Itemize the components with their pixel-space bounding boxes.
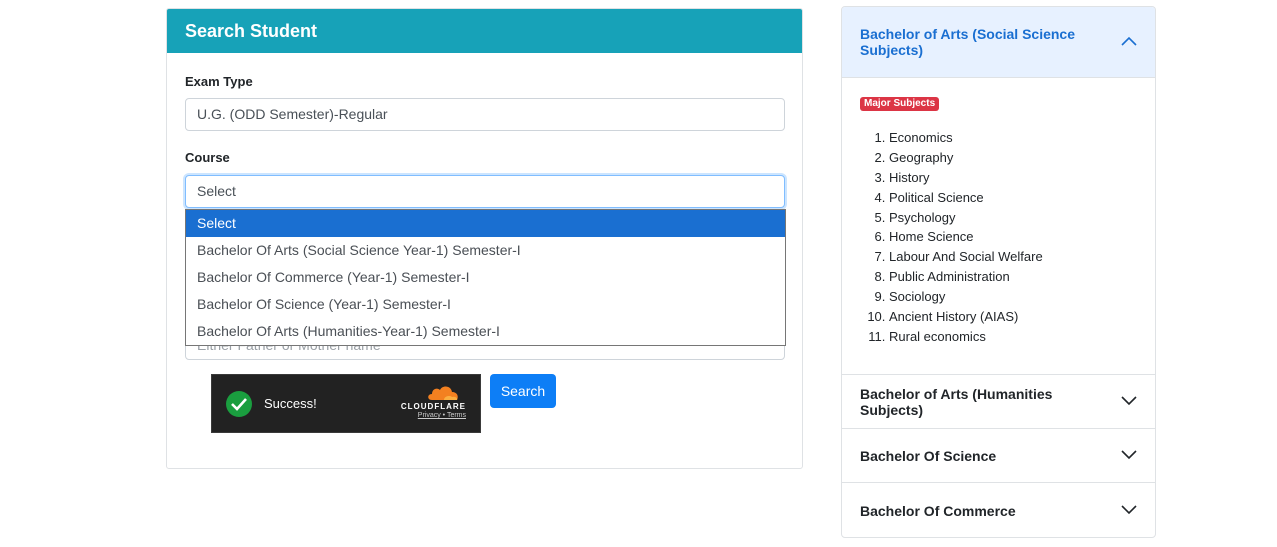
search-button[interactable]: Search [490,374,556,408]
exam-type-select[interactable]: U.G. (ODD Semester)-Regular [185,98,785,131]
list-item: Geography [889,148,1043,168]
courses-accordion: Bachelor of Arts (Social Science Subject… [841,6,1156,538]
chevron-down-icon [1121,449,1137,459]
course-dropdown-list[interactable]: Select Bachelor Of Arts (Social Science … [185,209,786,346]
course-select[interactable]: Select [185,175,785,208]
accordion-title: Bachelor of Arts (Social Science Subject… [860,26,1075,58]
list-item: History [889,168,1043,188]
list-item: Psychology [889,208,1043,228]
cloudflare-logo: CLOUDFLARE Privacy • Terms [396,385,466,425]
list-item: Sociology [889,287,1043,307]
course-option[interactable]: Bachelor Of Commerce (Year-1) Semester-I [186,264,785,291]
captcha-links[interactable]: Privacy • Terms [418,412,466,419]
accordion-header-commerce[interactable]: Bachelor Of Commerce [842,483,1155,537]
captcha-status: Success! [264,396,317,411]
exam-type-label: Exam Type [185,74,253,89]
course-option[interactable]: Bachelor Of Science (Year-1) Semester-I [186,291,785,318]
course-option[interactable]: Bachelor Of Arts (Social Science Year-1)… [186,237,785,264]
accordion-header-humanities[interactable]: Bachelor of Arts (Humanities Subjects) [842,375,1155,429]
list-item: Economics [889,128,1043,148]
card-title: Search Student [167,9,802,53]
course-option[interactable]: Select [186,210,785,237]
cloud-icon [428,386,458,400]
subject-list: Economics Geography History Political Sc… [860,128,1043,347]
accordion-body-social-science: Major Subjects Economics Geography Histo… [842,78,1155,375]
accordion-title: Bachelor Of Science [860,447,997,464]
list-item: Labour And Social Welfare [889,247,1043,267]
course-option[interactable]: Bachelor Of Arts (Humanities-Year-1) Sem… [186,318,785,345]
accordion-header-social-science[interactable]: Bachelor of Arts (Social Science Subject… [842,7,1155,78]
list-item: Political Science [889,188,1043,208]
accordion-header-science[interactable]: Bachelor Of Science [842,429,1155,483]
chevron-up-icon [1121,36,1137,46]
chevron-down-icon [1121,395,1137,405]
captcha-brand: CLOUDFLARE [400,402,466,411]
list-item: Rural economics [889,327,1043,347]
accordion-title: Bachelor of Arts (Humanities Subjects) [860,385,1053,418]
course-label: Course [185,150,230,165]
list-item: Home Science [889,227,1043,247]
major-subjects-badge: Major Subjects [860,97,940,111]
list-item: Public Administration [889,267,1043,287]
list-item: Ancient History (AIAS) [889,307,1043,327]
chevron-down-icon [1121,504,1137,514]
check-icon [226,391,252,417]
search-student-card: Search Student Exam Type U.G. (ODD Semes… [166,8,803,469]
accordion-title: Bachelor Of Commerce [860,502,1016,519]
captcha-widget[interactable]: Success! CLOUDFLARE Privacy • Terms [211,374,481,433]
